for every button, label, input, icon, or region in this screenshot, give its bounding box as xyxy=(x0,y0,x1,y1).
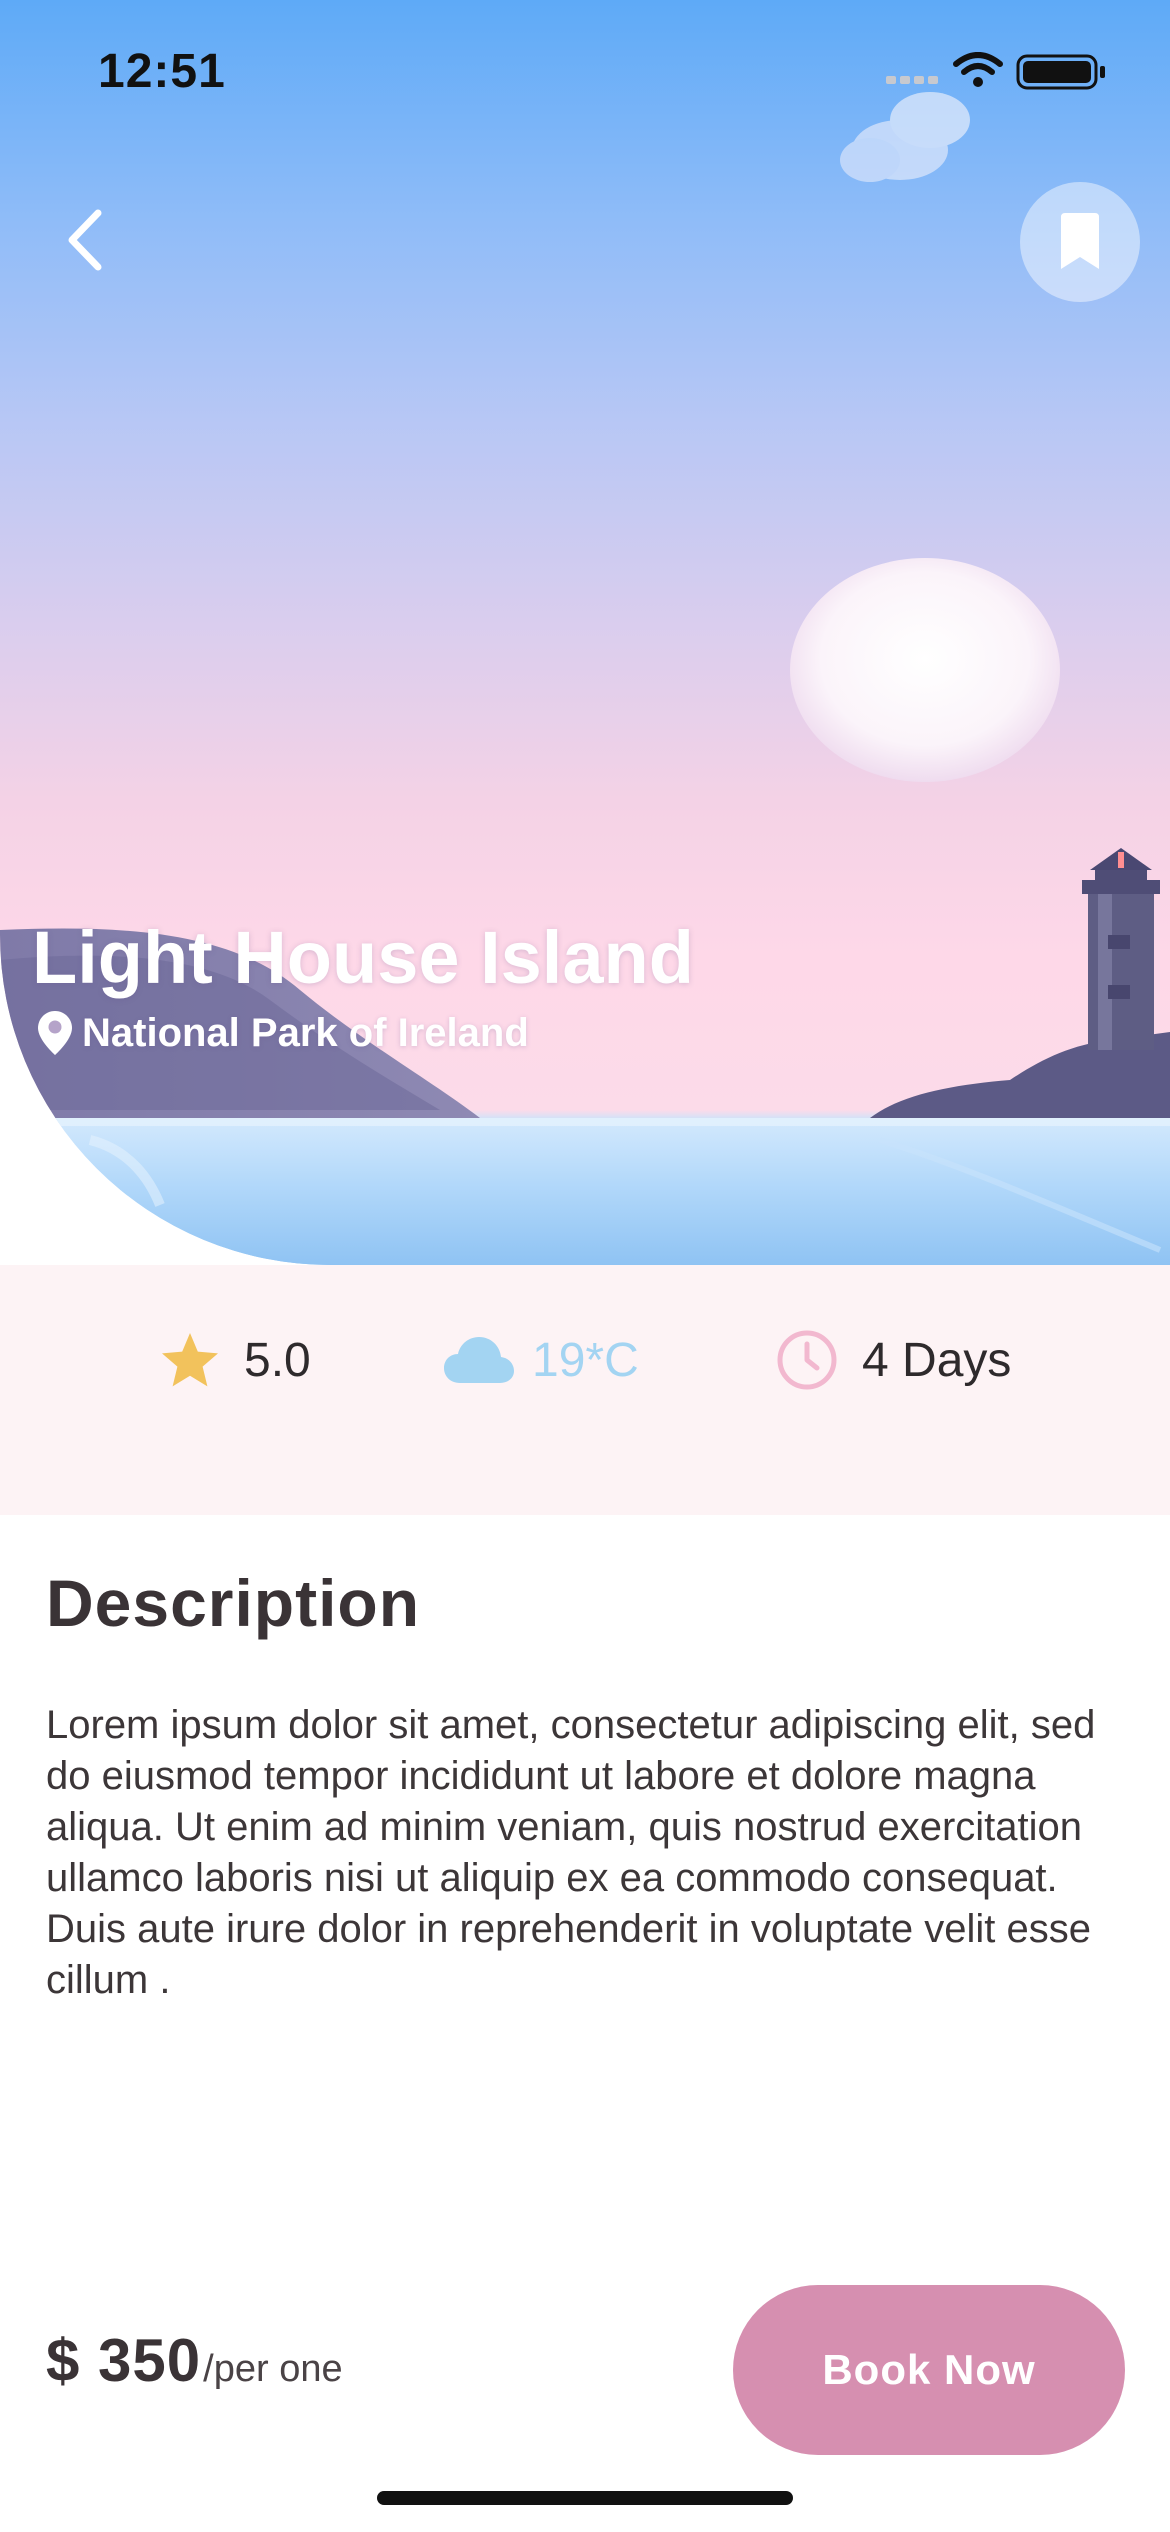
cloud-icon xyxy=(444,1337,514,1383)
sea-shape xyxy=(0,1118,1170,1265)
bookmark-icon xyxy=(1061,213,1099,269)
rating-value: 5.0 xyxy=(244,1333,311,1387)
location-text: National Park of Ireland xyxy=(82,1010,529,1055)
lighthouse-shape xyxy=(1082,848,1160,1050)
stat-duration: 4 Days xyxy=(776,1320,1011,1400)
star-icon xyxy=(162,1333,218,1387)
stat-weather: 19*C xyxy=(442,1320,639,1400)
place-title: Light House Island xyxy=(32,916,694,999)
place-location: National Park of Ireland xyxy=(38,1005,529,1061)
battery-icon xyxy=(1016,54,1105,90)
book-now-button[interactable]: Book Now xyxy=(733,2285,1125,2455)
status-icons xyxy=(886,52,1105,90)
sun-shape xyxy=(790,558,1060,782)
description-heading: Description xyxy=(46,1566,421,1640)
trip-detail-screen: 12:51 Light House Island National Park o… xyxy=(0,0,1170,2532)
price-amount: $ 350 xyxy=(46,2327,202,2394)
chevron-left-icon xyxy=(68,209,102,271)
home-indicator xyxy=(377,2491,793,2505)
stats-row: 5.0 19*C 4 Days xyxy=(0,1320,1170,1400)
map-pin-icon xyxy=(38,1011,72,1055)
stat-rating: 5.0 xyxy=(160,1320,311,1400)
duration-value: 4 Days xyxy=(862,1333,1012,1387)
hero-image: 12:51 Light House Island National Park o… xyxy=(0,0,1170,1265)
signal-icon xyxy=(886,76,938,84)
wifi-icon xyxy=(953,52,1003,75)
bookmark-button[interactable] xyxy=(1020,182,1140,302)
cloud-decoration xyxy=(840,92,970,182)
clock-icon xyxy=(777,1330,837,1390)
status-time: 12:51 xyxy=(98,45,226,98)
description-text: Lorem ipsum dolor sit amet, consectetur … xyxy=(46,1703,1096,2002)
price-unit: /per one xyxy=(203,2348,343,2390)
temperature-value: 19*C xyxy=(532,1333,639,1387)
price: $ 350 /per one xyxy=(46,2326,343,2426)
back-button[interactable] xyxy=(40,195,130,285)
lighthouse-scene-illustration xyxy=(0,92,1170,1265)
